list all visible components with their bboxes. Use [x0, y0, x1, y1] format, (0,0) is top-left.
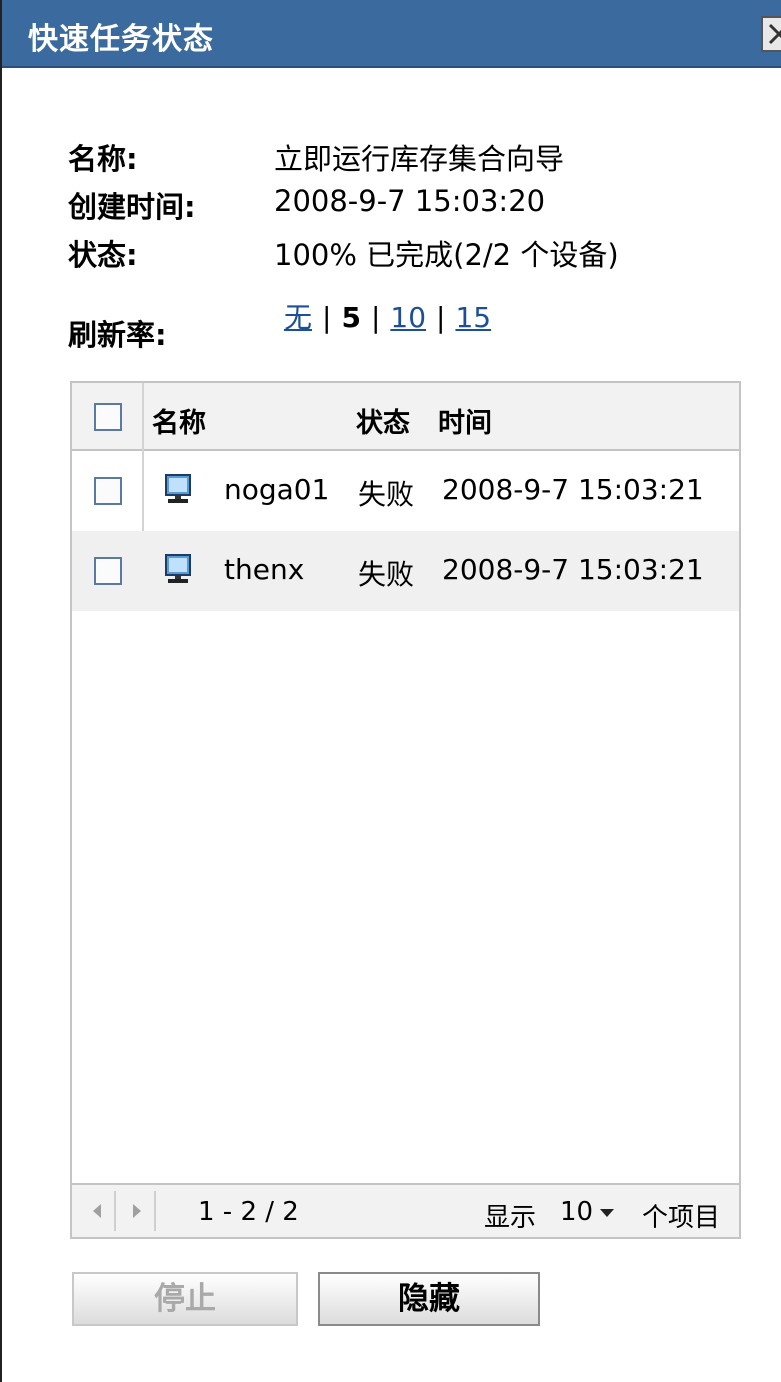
table-row[interactable]: noga01 失败 2008-9-7 15:03:21: [72, 451, 739, 531]
status-label: 状态:: [68, 238, 138, 272]
page-range: 1 - 2 / 2: [198, 1197, 299, 1227]
row-time: 2008-9-7 15:03:21: [442, 473, 704, 506]
row-status: 失败: [358, 558, 415, 591]
dialog-title: 快速任务状态: [28, 22, 214, 57]
previous-page-button[interactable]: [78, 1191, 116, 1231]
show-label: 显示: [484, 1203, 537, 1233]
stop-button[interactable]: 停止: [72, 1272, 298, 1326]
computer-icon: [165, 554, 191, 583]
refresh-option-10[interactable]: 10: [390, 301, 426, 334]
header-time[interactable]: 时间: [438, 401, 492, 440]
refresh-rate-options: 无 | 5 | 10 | 15: [284, 296, 491, 336]
header-name[interactable]: 名称: [152, 401, 206, 440]
row-checkbox[interactable]: [94, 477, 122, 505]
header-status[interactable]: 状态: [356, 401, 410, 440]
close-button[interactable]: [761, 16, 781, 52]
separator: |: [322, 301, 332, 334]
row-time: 2008-9-7 15:03:21: [442, 553, 704, 586]
select-all-checkbox[interactable]: [94, 403, 122, 431]
row-checkbox[interactable]: [94, 557, 122, 585]
refresh-rate-label: 刷新率:: [68, 318, 167, 352]
refresh-option-5-selected: 5: [341, 301, 361, 334]
items-label: 个项目: [642, 1203, 721, 1233]
page-size-value: 10: [560, 1197, 594, 1227]
refresh-option-none[interactable]: 无: [284, 301, 312, 334]
hide-button[interactable]: 隐藏: [318, 1272, 540, 1326]
name-label: 名称:: [68, 142, 138, 176]
row-device-name[interactable]: thenx: [224, 553, 304, 586]
close-icon: [768, 23, 781, 45]
title-bar: 快速任务状态: [2, 0, 781, 68]
table-row[interactable]: thenx 失败 2008-9-7 15:03:21: [72, 531, 739, 611]
separator: |: [436, 301, 446, 334]
separator: |: [370, 301, 381, 334]
device-status-table: 名称 状态 时间 noga01 失败 2008-9-7 15:03:21 the…: [70, 381, 741, 1239]
table-pager: 1 - 2 / 2 显示 10 个项目: [72, 1183, 739, 1237]
quick-task-status-dialog: 快速任务状态 名称: 立即运行库存集合向导 创建时间: 2008-9-7 15:…: [0, 0, 781, 1382]
created-value: 2008-9-7 15:03:20: [274, 184, 546, 218]
chevron-down-icon: [600, 1208, 615, 1217]
refresh-option-15[interactable]: 15: [455, 301, 491, 334]
row-device-name[interactable]: noga01: [224, 473, 329, 506]
computer-icon: [165, 474, 191, 503]
created-label: 创建时间:: [68, 190, 196, 224]
name-value: 立即运行库存集合向导: [274, 142, 565, 176]
table-header: 名称 状态 时间: [72, 383, 739, 451]
next-page-button[interactable]: [118, 1191, 156, 1231]
row-status: 失败: [358, 478, 415, 511]
status-value: 100% 已完成(2/2 个设备): [274, 238, 619, 272]
arrow-right-icon: [133, 1204, 141, 1218]
page-size-select[interactable]: 10: [560, 1197, 615, 1227]
arrow-left-icon: [93, 1204, 101, 1218]
